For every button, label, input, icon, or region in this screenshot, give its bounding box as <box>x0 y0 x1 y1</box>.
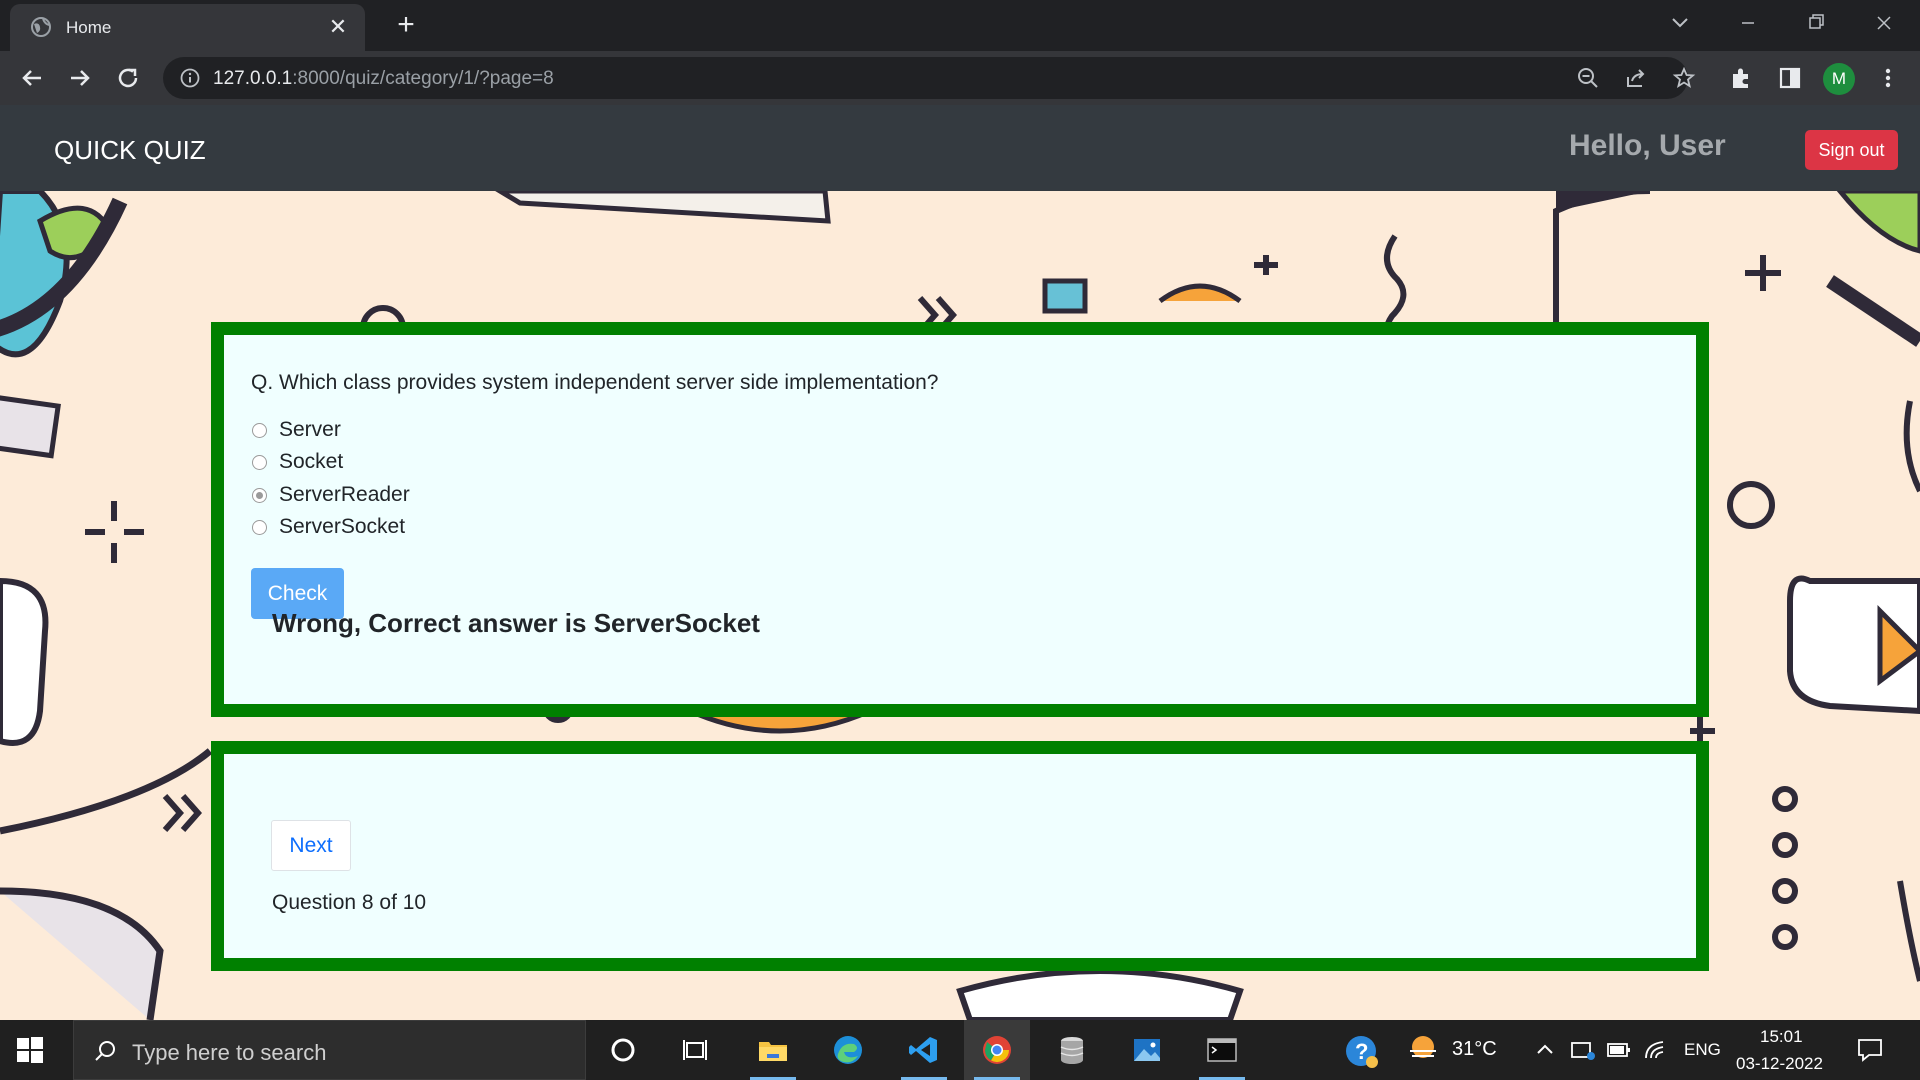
url-text[interactable]: 127.0.0.1:8000/quiz/category/1/?page=8 <box>213 68 554 90</box>
radio-button[interactable] <box>252 455 267 470</box>
tray-chevron-up-icon[interactable] <box>1534 1038 1556 1060</box>
sign-out-button[interactable]: Sign out <box>1805 130 1898 170</box>
site-navbar: QUICK QUIZ Hello, User Sign out <box>0 105 1920 191</box>
brand-logo[interactable]: QUICK QUIZ <box>54 135 206 166</box>
cortana-button[interactable] <box>590 1020 656 1080</box>
close-window-icon[interactable] <box>1864 8 1904 38</box>
radio-button[interactable] <box>252 423 267 438</box>
profile-avatar[interactable]: M <box>1823 63 1855 95</box>
back-arrow-icon[interactable] <box>16 62 48 94</box>
photos-icon <box>1134 1039 1160 1061</box>
search-icon <box>95 1041 115 1061</box>
database-app-button[interactable] <box>1039 1020 1105 1080</box>
terminal-button[interactable] <box>1189 1020 1255 1080</box>
battery-icon[interactable] <box>1606 1040 1632 1060</box>
question-counter: Question 8 of 10 <box>272 891 427 914</box>
browser-tab[interactable]: Home ✕ <box>10 4 365 51</box>
meet-now-icon[interactable] <box>1570 1038 1596 1062</box>
address-bar[interactable]: 127.0.0.1:8000/quiz/category/1/?page=8 <box>163 57 1696 99</box>
zoom-out-icon[interactable] <box>1576 66 1600 90</box>
windows-start-icon[interactable] <box>16 1036 44 1064</box>
share-icon[interactable] <box>1624 66 1648 90</box>
close-tab-icon[interactable]: ✕ <box>325 14 351 40</box>
minimize-icon[interactable] <box>1728 8 1768 38</box>
search-placeholder: Type here to search <box>132 1040 327 1065</box>
edge-browser-icon <box>834 1036 862 1064</box>
option-label: Server <box>279 418 341 441</box>
clock-time[interactable]: 15:01 <box>1760 1027 1803 1047</box>
clock-date[interactable]: 03-12-2022 <box>1736 1054 1823 1074</box>
option-label: Socket <box>279 450 344 473</box>
browser-tabstrip: Home ✕ + <box>0 0 1920 51</box>
vscode-button[interactable] <box>891 1020 957 1080</box>
site-info-icon[interactable] <box>179 67 201 89</box>
user-greeting: Hello, User <box>1569 129 1726 162</box>
file-explorer-button[interactable] <box>740 1020 806 1080</box>
weather-temperature[interactable]: 31°C <box>1452 1038 1497 1061</box>
photos-button[interactable] <box>1114 1020 1180 1080</box>
page-viewport: QUICK QUIZ Hello, User Sign out Q. Which… <box>0 105 1920 1020</box>
cortana-circle-icon <box>611 1038 635 1062</box>
tab-search-chevron-icon[interactable] <box>1660 8 1700 38</box>
wifi-icon[interactable] <box>1643 1036 1669 1062</box>
extensions-puzzle-icon[interactable] <box>1729 65 1755 91</box>
option-label: ServerSocket <box>279 515 406 538</box>
edge-button[interactable] <box>815 1020 881 1080</box>
windows-taskbar: Type here to search ? 31°C ENG 15:01 03-… <box>0 1020 1920 1080</box>
help-notification-icon[interactable]: ? <box>1344 1034 1380 1070</box>
folder-icon <box>759 1042 787 1061</box>
result-message: Wrong, Correct answer is ServerSocket <box>272 608 760 638</box>
globe-icon <box>31 17 51 37</box>
vscode-icon <box>909 1037 937 1063</box>
side-panel-icon[interactable] <box>1777 65 1803 91</box>
forward-arrow-icon[interactable] <box>64 62 96 94</box>
question-text: Q. Which class provides system independe… <box>251 371 939 394</box>
tab-title: Home <box>66 18 112 37</box>
chrome-button[interactable] <box>964 1020 1030 1080</box>
task-view-icon <box>683 1040 707 1060</box>
database-icon <box>1060 1037 1084 1064</box>
new-tab-icon[interactable]: + <box>390 10 422 42</box>
weather-sun-icon[interactable] <box>1406 1032 1440 1066</box>
taskbar-search-box[interactable]: Type here to search <box>73 1020 586 1080</box>
radio-button-selected[interactable] <box>252 488 267 503</box>
language-indicator[interactable]: ENG <box>1684 1040 1721 1060</box>
question-card: Q. Which class provides system independe… <box>211 322 1709 717</box>
browser-toolbar: 127.0.0.1:8000/quiz/category/1/?page=8 M <box>0 51 1920 105</box>
terminal-icon <box>1207 1038 1237 1062</box>
task-view-button[interactable] <box>662 1020 728 1080</box>
chrome-icon <box>983 1036 1011 1064</box>
radio-button[interactable] <box>252 520 267 535</box>
restore-icon[interactable] <box>1796 8 1836 38</box>
bookmark-star-icon[interactable] <box>1672 66 1696 90</box>
option-label: ServerReader <box>279 483 410 506</box>
pagination-card: Next Question 8 of 10 <box>211 741 1709 971</box>
action-center-icon[interactable] <box>1856 1036 1884 1064</box>
next-button[interactable]: Next <box>271 820 351 871</box>
reload-icon[interactable] <box>112 62 144 94</box>
kebab-menu-icon[interactable] <box>1875 65 1901 91</box>
